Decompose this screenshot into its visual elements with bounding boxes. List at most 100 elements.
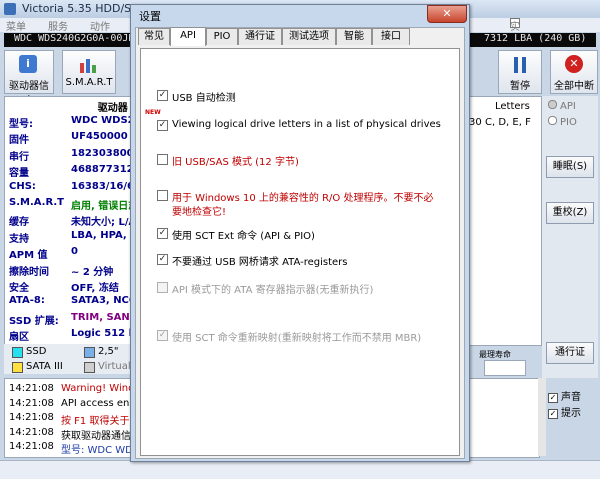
log-time: 14:21:08 (9, 441, 54, 453)
close-button[interactable]: ✕ (427, 5, 467, 23)
legend-virtual: Virtual (98, 361, 131, 372)
info-value: 启用, 错误日志 (71, 201, 139, 212)
sound-checkbox[interactable]: ✓ 声音 (548, 388, 581, 403)
log-time: 14:21:08 (9, 397, 54, 409)
hints-checkbox[interactable]: ✓ 提示 (548, 404, 581, 419)
sleep-button[interactable]: 睡眠(S) (546, 156, 594, 178)
reset-button[interactable]: 重校(Z) (546, 202, 594, 224)
option-label-line2: 要地检查它! (172, 207, 227, 218)
option-label: Viewing logical drive letters in a list … (172, 119, 441, 130)
info-key: 安全 (9, 283, 29, 294)
info-key: CHS: (9, 180, 36, 192)
option-label: 用于 Windows 10 上的兼容性的 R/O 处理程序。不要不必 (172, 193, 434, 204)
drive-name: WDC WDS240G2G0A-00JH (14, 33, 135, 44)
option-checkbox[interactable] (157, 282, 168, 293)
stop-all-label: 全部中断 (554, 81, 594, 92)
virtual-swatch (84, 362, 95, 373)
log-time: 14:21:08 (9, 383, 54, 394)
tab-5[interactable]: 智能 (336, 28, 372, 45)
info-value: 未知大小; L/A (71, 217, 137, 229)
info-header: 驱动器 A (97, 103, 139, 114)
option-checkbox[interactable]: ✓ (157, 330, 168, 341)
right-panel: API PIO 睡眠(S) 重校(Z) 通行证 (542, 96, 598, 378)
menu-item-3[interactable]: 动作 (90, 18, 110, 33)
pio-radio-label: PIO (560, 117, 577, 128)
menu-item-2[interactable]: 服务 (48, 18, 68, 33)
max-life-label: 最理寿命 (479, 350, 511, 359)
pause-label: 暂停 (510, 81, 530, 92)
legend-25: 2,5" (98, 346, 119, 357)
legend-sata: SATA III (26, 361, 63, 372)
option-checkbox[interactable] (157, 154, 168, 165)
hints-label: 提示 (561, 408, 581, 419)
option-checkbox[interactable]: ✓ (157, 254, 168, 265)
letters-panel: Letters 30 C, D, E, F 最理寿命 (468, 96, 542, 359)
api-radio-label: API (560, 101, 576, 112)
passport-button[interactable]: 通行证 (546, 342, 594, 364)
25-swatch (84, 347, 95, 358)
info-key: SSD 扩展: (9, 315, 59, 327)
option-label: USB 自动检测 (172, 93, 236, 104)
legend: SSD 2,5" SATA III Virtual (4, 344, 138, 374)
info-key: 容量 (9, 168, 29, 180)
tab-3[interactable]: 通行证 (238, 28, 282, 45)
option-checkbox[interactable]: ✓ (157, 90, 168, 101)
info-key: S.M.A.R.T (9, 197, 64, 208)
api-tab-panel: NEW ✓ USB 自动检测 ✓ Viewing logical drive lett… (140, 48, 460, 456)
max-life-field[interactable] (484, 360, 526, 376)
tab-1[interactable]: API (170, 27, 206, 46)
info-value: 0 (71, 246, 78, 258)
option-checkbox[interactable]: ✓ (157, 228, 168, 239)
info-key: ATA-8: (9, 295, 45, 307)
stop-all-button[interactable]: ✕ 全部中断 (550, 50, 598, 94)
tab-4[interactable]: 测试选项 (282, 28, 336, 45)
option-label: 使用 SCT Ext 命令 (API & PIO) (172, 231, 315, 242)
option-checkbox[interactable] (157, 190, 168, 201)
smart-label: S.M.A.R.T (65, 77, 113, 88)
info-key: APM 值 (9, 250, 48, 262)
option-label: API 模式下的 ATA 寄存器指示器(无重新执行) (172, 285, 374, 296)
info-key: 支持 (9, 233, 29, 245)
info-key: 固件 (9, 135, 29, 147)
log-message: 型号: WDC WDS (61, 445, 140, 457)
smart-chart-icon (79, 57, 99, 73)
info-key: 扇区 (9, 332, 29, 344)
dialog-title: 设置 (139, 10, 161, 23)
dialog-body: 常见 API PIO 通行证 测试选项 智能 接口 NEW ✓ USB 自动检测 ✓ Viewin… (135, 27, 465, 459)
pause-button[interactable]: 暂停 (498, 50, 542, 94)
letters-number: 30 (469, 117, 482, 128)
log-message: 按 F1 取得关于 (61, 416, 130, 428)
info-value: ~ 2 分钟 (71, 266, 114, 278)
option-label: 不要通过 USB 网桥请求 ATA-registers (172, 257, 348, 268)
info-value: UF450000 (71, 131, 128, 143)
stop-x-icon: ✕ (565, 55, 583, 73)
legend-ssd: SSD (26, 346, 47, 357)
option-label: 使用 SCT 命令重新映射(重新映射将工作而不禁用 MBR) (172, 333, 422, 344)
option-checkbox[interactable]: ✓ (157, 120, 168, 131)
info-key: 缓存 (9, 217, 29, 229)
smart-button[interactable]: S.M.A.R.T (62, 50, 116, 94)
info-key: 擦除时间 (9, 266, 49, 278)
log-time: 14:21:08 (9, 412, 54, 424)
settings-dialog: 设置 ✕ 常见 API PIO 通行证 测试选项 智能 接口 NEW ✓ USB 自动检测 ✓ V… (130, 4, 470, 462)
drive-info-button[interactable]: i 驱动器信息 (4, 50, 54, 107)
tab-6[interactable]: 接口 (372, 28, 410, 45)
new-badge: NEW (145, 109, 161, 116)
info-icon: i (19, 55, 37, 73)
option-label: 旧 USB/SAS 模式 (12 字节) (172, 157, 299, 168)
tab-2[interactable]: PIO (206, 28, 238, 45)
menu-item-1[interactable]: 菜单 (6, 18, 26, 33)
sata-swatch (12, 362, 23, 373)
tab-0[interactable]: 常见 (138, 28, 170, 45)
pause-icon (512, 56, 528, 74)
info-key: 型号: (9, 119, 33, 130)
log-time: 14:21:08 (9, 426, 54, 438)
info-key: 串行 (9, 151, 29, 163)
log-scrollbar[interactable] (538, 378, 546, 456)
drive-info-panel: 驱动器 A 型号: WDC WDS24 固件 UF450000 串行 1823038000… (4, 96, 148, 346)
letters-header: Letters (495, 101, 530, 112)
info-value: 16383/16/6 (71, 180, 134, 192)
pio-radio[interactable]: PIO (548, 116, 577, 128)
drive-lba: 7312 LBA (240 GB) (484, 33, 587, 44)
api-radio[interactable]: API (548, 100, 576, 112)
